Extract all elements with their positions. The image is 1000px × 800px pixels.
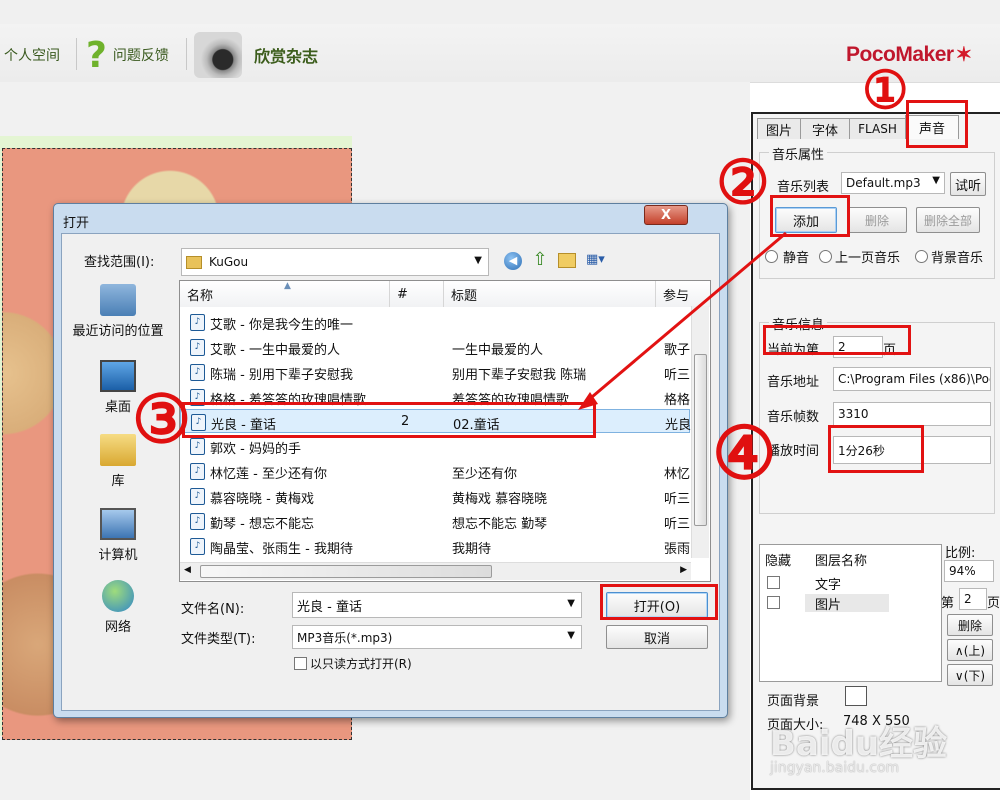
baidu-watermark: Baidu经验 bbox=[770, 724, 948, 764]
annotation-arrow bbox=[578, 231, 787, 410]
baidu-watermark-url: jingyan.baidu.com bbox=[770, 760, 900, 776]
annotation-arrow-line bbox=[585, 231, 787, 404]
